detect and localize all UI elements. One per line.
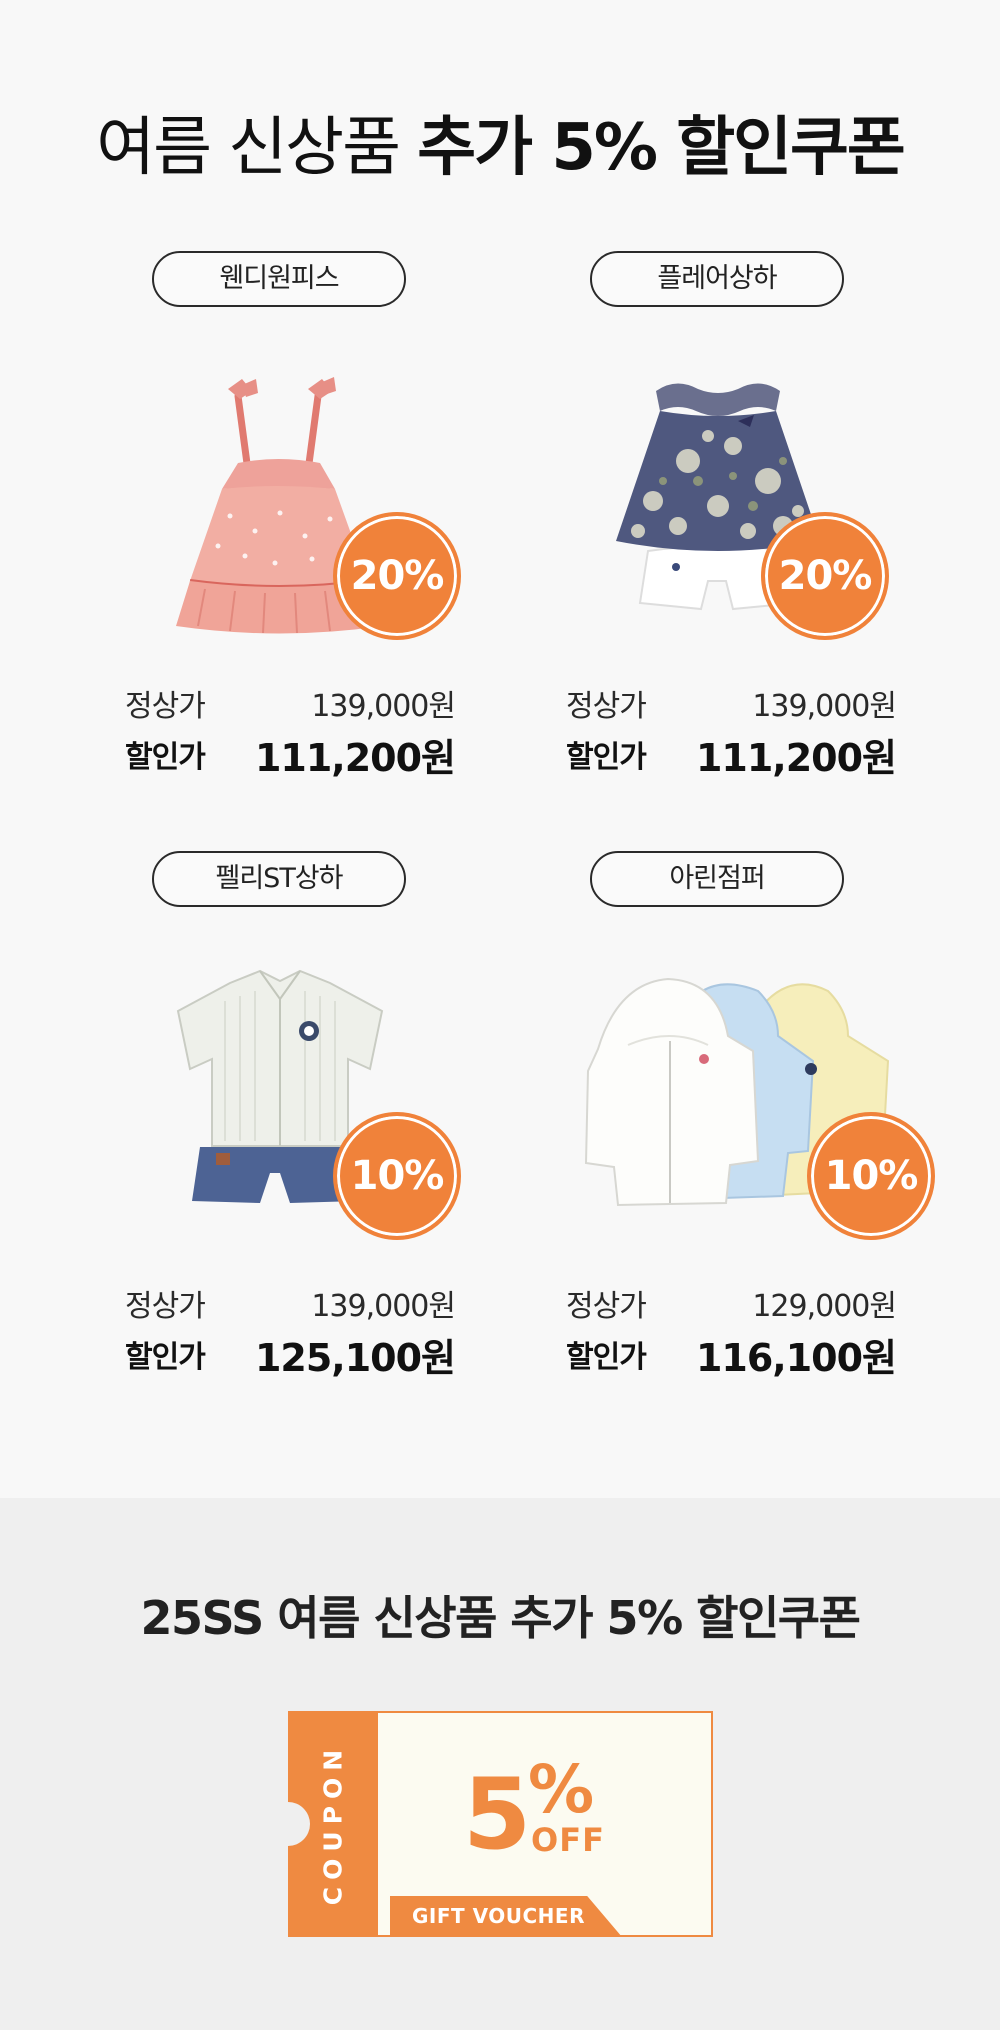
discount-badge: 20% bbox=[333, 512, 461, 640]
regular-price-value: 129,000원 bbox=[752, 1289, 897, 1324]
regular-price-row: 정상가 139,000원 bbox=[125, 1281, 456, 1325]
sale-price-label: 할인가 bbox=[566, 1340, 647, 1375]
coupon-section-title: 25SS 여름 신상품 추가 5% 할인쿠폰 bbox=[0, 1590, 1000, 1646]
product-card-felix-set[interactable]: 펠리ST상하 10% 정상가 139,000원 할인가 125,100원 bbox=[120, 851, 560, 1391]
regular-price-label: 정상가 bbox=[566, 1289, 647, 1324]
product-section: 여름 신상품 추가 5% 할인쿠폰 웬디원피스 20% 정상가 139,000원… bbox=[0, 0, 1000, 1498]
coupon-percent-sign: % bbox=[528, 1751, 595, 1828]
title-regular-text: 여름 신상품 bbox=[96, 111, 418, 185]
coupon-vertical-label: COUPON bbox=[318, 1742, 348, 1906]
product-name-pill[interactable]: 아린점퍼 bbox=[590, 851, 844, 907]
coupon-title-bold: 추가 5% 할인쿠폰 bbox=[510, 1591, 861, 1645]
sale-price-value: 116,100원 bbox=[695, 1335, 897, 1380]
page-title: 여름 신상품 추가 5% 할인쿠폰 bbox=[0, 108, 1000, 188]
sale-price-value: 125,100원 bbox=[254, 1335, 456, 1380]
product-name-pill[interactable]: 플레어상하 bbox=[590, 251, 844, 307]
coupon-off-text: OFF bbox=[531, 1821, 605, 1859]
coupon-body: 5 % OFF GIFT VOUCHER bbox=[378, 1711, 713, 1937]
sale-price-row: 할인가 111,200원 bbox=[125, 732, 456, 780]
regular-price-label: 정상가 bbox=[125, 689, 206, 724]
jackets-image[interactable] bbox=[558, 941, 998, 1241]
coupon-amount: 5 bbox=[463, 1758, 531, 1872]
coupon-title-regular: 25SS 여름 신상품 bbox=[140, 1591, 511, 1645]
product-name-pill[interactable]: 웬디원피스 bbox=[152, 251, 406, 307]
discount-badge: 10% bbox=[333, 1112, 461, 1240]
product-card-flare-set[interactable]: 플레어상하 20% 정상가 139,000원 할인가 111,200원 bbox=[558, 251, 998, 791]
gift-voucher-label: GIFT VOUCHER bbox=[412, 1904, 585, 1928]
discount-badge: 10% bbox=[807, 1112, 935, 1240]
regular-price-value: 139,000원 bbox=[752, 689, 897, 724]
sale-price-row: 할인가 116,100원 bbox=[566, 1332, 897, 1380]
product-card-arin-jumper[interactable]: 아린점퍼 10% 정상가 129,000원 할인가 116,100원 bbox=[558, 851, 998, 1391]
regular-price-value: 139,000원 bbox=[311, 689, 456, 724]
coupon-card[interactable]: COUPON 5 % OFF GIFT VOUCHER bbox=[266, 1711, 713, 1937]
sale-price-label: 할인가 bbox=[566, 740, 647, 775]
regular-price-label: 정상가 bbox=[125, 1289, 206, 1324]
sale-price-row: 할인가 125,100원 bbox=[125, 1332, 456, 1380]
sale-price-label: 할인가 bbox=[125, 740, 206, 775]
sale-price-value: 111,200원 bbox=[254, 735, 456, 780]
regular-price-label: 정상가 bbox=[566, 689, 647, 724]
title-bold-text: 추가 5% 할인쿠폰 bbox=[417, 111, 905, 185]
sale-price-value: 111,200원 bbox=[695, 735, 897, 780]
discount-badge: 20% bbox=[761, 512, 889, 640]
coupon-notch bbox=[266, 1802, 310, 1846]
regular-price-row: 정상가 139,000원 bbox=[125, 681, 456, 725]
regular-price-row: 정상가 139,000원 bbox=[566, 681, 897, 725]
sale-price-label: 할인가 bbox=[125, 1340, 206, 1375]
coupon-section: 25SS 여름 신상품 추가 5% 할인쿠폰 COUPON 5 % OFF GI… bbox=[0, 1498, 1000, 2030]
product-name-pill[interactable]: 펠리ST상하 bbox=[152, 851, 406, 907]
regular-price-row: 정상가 129,000원 bbox=[566, 1281, 897, 1325]
product-card-wendy-dress[interactable]: 웬디원피스 20% 정상가 139,000원 할인가 111,200원 bbox=[120, 251, 560, 791]
sale-price-row: 할인가 111,200원 bbox=[566, 732, 897, 780]
regular-price-value: 139,000원 bbox=[311, 1289, 456, 1324]
